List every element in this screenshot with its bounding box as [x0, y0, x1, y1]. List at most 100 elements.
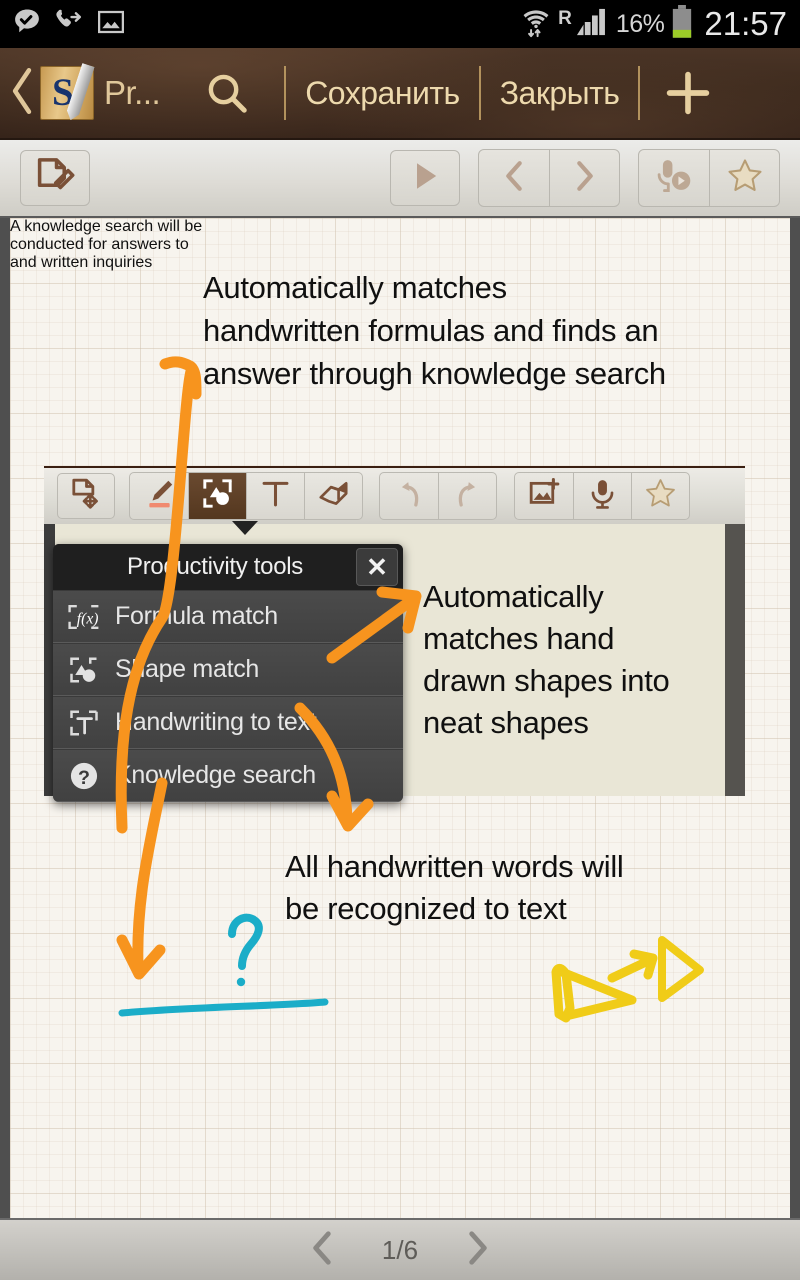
- insert-image-icon: [528, 477, 561, 515]
- drawing-tools-group: [129, 472, 363, 520]
- undo-icon: [393, 477, 426, 515]
- undo-redo-group: [379, 472, 497, 520]
- wifi-transfer-icon: [521, 6, 551, 43]
- status-indicators: R 16% 21:57: [521, 4, 800, 44]
- insert-group: [514, 472, 690, 520]
- roaming-indicator: R: [558, 7, 572, 29]
- page-indicator: 1/6: [381, 1234, 419, 1265]
- eraser-button[interactable]: [304, 473, 362, 519]
- favorite-button[interactable]: [709, 150, 779, 206]
- close-icon[interactable]: ✕: [356, 548, 398, 586]
- back-chevron-icon[interactable]: [7, 65, 37, 122]
- annotation-text-formula: Automatically matches handwritten formul…: [203, 270, 666, 391]
- app-bar: S Pr... Сохранить Закрыть: [0, 48, 800, 140]
- bottom-next-button[interactable]: [462, 1229, 494, 1272]
- productivity-tools-popup: Productivity tools ✕ f(x) Formula match: [53, 544, 403, 802]
- star-icon: [726, 157, 764, 200]
- popup-title: Productivity tools: [126, 553, 303, 580]
- pen-button[interactable]: [130, 473, 188, 519]
- chevron-right-icon: [570, 159, 600, 198]
- chevron-left-icon: [499, 159, 529, 198]
- formula-match-icon: f(x): [53, 602, 115, 632]
- neat-triangle: [658, 936, 704, 1002]
- move-page-button[interactable]: [57, 473, 115, 519]
- menu-item-label: Formula match: [115, 602, 278, 630]
- close-button[interactable]: Закрыть: [481, 75, 639, 112]
- message-check-icon: [12, 7, 42, 42]
- page-right-gutter: [790, 218, 800, 1218]
- note-canvas[interactable]: Productivity tools ✕ f(x) Formula match: [10, 218, 790, 1218]
- menu-item-label: Handwriting to text: [115, 708, 317, 736]
- menu-item-formula-match[interactable]: f(x) Formula match: [53, 590, 403, 643]
- prev-page-button[interactable]: [479, 150, 549, 206]
- popup-pointer: [232, 521, 258, 535]
- snote-app-icon[interactable]: S: [40, 66, 94, 120]
- svg-text:?: ?: [78, 766, 90, 788]
- voice-record-play-icon: [655, 157, 693, 200]
- shape-match-icon: [201, 477, 234, 515]
- play-button[interactable]: [390, 150, 460, 206]
- redo-button[interactable]: [438, 473, 496, 519]
- pen-icon: [143, 477, 176, 515]
- battery-low-icon: [671, 4, 693, 44]
- next-page-button[interactable]: [549, 150, 619, 206]
- embedded-favorite-button[interactable]: [631, 473, 689, 519]
- svg-text:f(x): f(x): [77, 610, 99, 627]
- microphone-button[interactable]: [573, 473, 631, 519]
- menu-item-shape-match[interactable]: Shape match: [53, 643, 403, 696]
- undo-button[interactable]: [380, 473, 438, 519]
- menu-item-handwriting-to-text[interactable]: Handwriting to text: [53, 696, 403, 749]
- bottom-page-bar: 1/6: [0, 1218, 800, 1280]
- voice-record-button[interactable]: [639, 150, 709, 206]
- annotation-text-shapes: Automatically matches hand drawn shapes …: [423, 579, 670, 740]
- divider: [478, 66, 481, 120]
- underline-ink: [118, 998, 329, 1017]
- redo-icon: [451, 477, 484, 515]
- eraser-icon: [317, 477, 350, 515]
- voice-star-group: [638, 149, 780, 207]
- question-mark-ink: [228, 913, 263, 987]
- convert-arrow: [607, 949, 658, 983]
- screenshot-image-icon: [96, 7, 126, 42]
- handwriting-to-text-icon: [53, 708, 115, 738]
- page-edit-button[interactable]: [20, 150, 90, 206]
- page-left-gutter: [0, 218, 10, 1218]
- prev-next-group: [478, 149, 620, 207]
- microphone-icon: [586, 477, 619, 515]
- move-page-icon: [70, 477, 103, 515]
- menu-item-label: Knowledge search: [115, 761, 316, 789]
- divider: [638, 66, 641, 120]
- knowledge-search-icon: ?: [53, 759, 115, 793]
- embedded-toolbar: [44, 466, 745, 524]
- annotation-text-words: All handwritten words will be recognized…: [285, 849, 624, 926]
- outgoing-call-icon: [54, 7, 84, 42]
- text-button[interactable]: [246, 473, 304, 519]
- bottom-prev-button[interactable]: [306, 1229, 338, 1272]
- menu-item-label: Shape match: [115, 655, 260, 683]
- status-notifications: [0, 7, 126, 42]
- embedded-canvas-edge: [725, 524, 745, 796]
- hand-drawn-triangle: [551, 963, 637, 1023]
- annotation-text-knowledge: A knowledge search will be conducted for…: [10, 218, 203, 271]
- search-icon[interactable]: [204, 70, 250, 116]
- save-button[interactable]: Сохранить: [286, 75, 479, 112]
- star-icon: [644, 477, 677, 515]
- note-toolbar: [0, 140, 800, 218]
- divider: [284, 66, 287, 120]
- add-page-button[interactable]: [662, 67, 714, 119]
- toolbar-right-group: [390, 149, 800, 207]
- phone-screen: R 16% 21:57 S Pr... Сохранить Закрыть Pr…: [0, 0, 800, 1280]
- page-edit-icon: [35, 156, 75, 201]
- battery-percent: 16%: [615, 9, 665, 38]
- text-icon: [259, 477, 292, 515]
- insert-image-button[interactable]: [515, 473, 573, 519]
- menu-item-knowledge-search[interactable]: ? Knowledge search: [53, 749, 403, 802]
- page-title: Pr...: [104, 74, 161, 111]
- shape-match-icon: [53, 655, 115, 685]
- shape-match-button[interactable]: [188, 473, 246, 519]
- play-icon: [409, 160, 441, 197]
- popup-header: Productivity tools ✕: [53, 544, 403, 590]
- status-bar: R 16% 21:57: [0, 0, 800, 48]
- status-clock: 21:57: [704, 5, 787, 42]
- signal-bars-icon: [575, 7, 609, 42]
